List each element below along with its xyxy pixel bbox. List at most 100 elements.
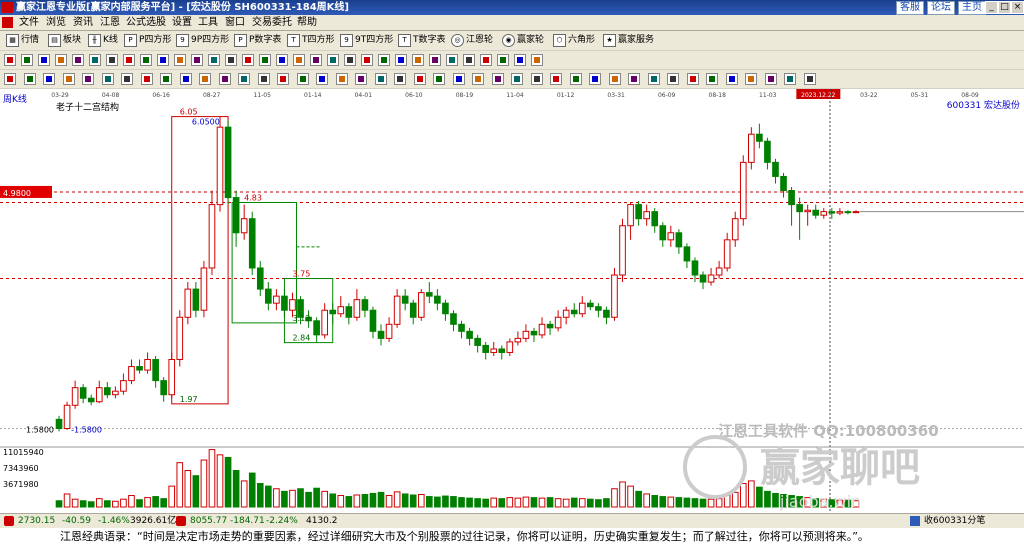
indicator-tool-icon[interactable]: [82, 73, 94, 85]
menu-app-icon[interactable]: [2, 17, 13, 28]
indicator-tool-icon[interactable]: [550, 73, 562, 85]
draw-tool-icon[interactable]: [344, 54, 356, 66]
indicator-tool-icon[interactable]: [667, 73, 679, 85]
indicator-tool-icon[interactable]: [238, 73, 250, 85]
draw-tool-icon[interactable]: [429, 54, 441, 66]
9p-square-button[interactable]: 9 9P四方形: [176, 33, 229, 48]
minimize-button[interactable]: _: [985, 1, 998, 14]
menu-help[interactable]: 帮助: [297, 15, 317, 30]
indicator-tool-icon[interactable]: [62, 73, 75, 85]
9t-square-button[interactable]: 9 9T四方形: [340, 33, 393, 48]
draw-tool-icon[interactable]: [259, 54, 271, 66]
t-table-button[interactable]: T T数字表: [398, 33, 446, 48]
close-button[interactable]: ×: [1011, 1, 1024, 14]
indicator-tool-icon[interactable]: [374, 73, 387, 85]
draw-tool-icon[interactable]: [225, 54, 237, 66]
indicator-tool-icon[interactable]: [43, 73, 55, 85]
p-square-button[interactable]: P P四方形: [124, 33, 171, 48]
indicator-tool-icon[interactable]: [335, 73, 348, 85]
menu-gann[interactable]: 江恩: [100, 15, 120, 30]
indicator-tool-icon[interactable]: [218, 73, 231, 85]
indicator-tool-icon[interactable]: [316, 73, 328, 85]
indicator-tool-icon[interactable]: [745, 73, 757, 85]
gann-wheel-button[interactable]: ◎ 江恩轮: [451, 33, 493, 48]
menu-window[interactable]: 窗口: [225, 15, 245, 30]
indicator-tool-icon[interactable]: [725, 73, 738, 85]
menu-tools[interactable]: 工具: [198, 15, 218, 30]
menu-settings[interactable]: 设置: [172, 15, 192, 30]
quote-button[interactable]: ▦ 行情: [6, 33, 39, 48]
draw-tool-icon[interactable]: [412, 54, 424, 66]
indicator-tool-icon[interactable]: [686, 73, 699, 85]
p-table-button[interactable]: P P数字表: [234, 33, 281, 48]
draw-tool-icon[interactable]: [361, 54, 373, 66]
indicator-tool-icon[interactable]: [394, 73, 406, 85]
menu-browse[interactable]: 浏览: [46, 15, 66, 30]
draw-tool-icon[interactable]: [72, 54, 84, 66]
maximize-button[interactable]: □: [998, 1, 1011, 14]
sector-button[interactable]: ▤ 板块: [48, 33, 81, 48]
draw-tool-icon[interactable]: [378, 54, 390, 66]
draw-tool-icon[interactable]: [293, 54, 305, 66]
indicator-tool-icon[interactable]: [491, 73, 504, 85]
draw-tool-icon[interactable]: [480, 54, 492, 66]
indicator-tool-icon[interactable]: [277, 73, 289, 85]
winner-wheel-button[interactable]: ◉ 赢家轮: [502, 33, 544, 48]
draw-tool-icon[interactable]: [276, 54, 288, 66]
indicator-tool-icon[interactable]: [160, 73, 172, 85]
kline-button[interactable]: ╫ K线: [88, 33, 118, 48]
indicator-tool-icon[interactable]: [413, 73, 426, 85]
draw-tool-icon[interactable]: [497, 54, 509, 66]
draw-tool-icon[interactable]: [514, 54, 526, 66]
menu-trade[interactable]: 交易委托: [252, 15, 292, 30]
indicator-tool-icon[interactable]: [628, 73, 640, 85]
draw-tool-icon[interactable]: [327, 54, 339, 66]
draw-tool-icon[interactable]: [38, 54, 50, 66]
indicator-tool-icon[interactable]: [530, 73, 543, 85]
forum-link[interactable]: 论坛: [927, 1, 955, 15]
draw-tool-icon[interactable]: [123, 54, 135, 66]
menu-file[interactable]: 文件: [19, 15, 39, 30]
indicator-tool-icon[interactable]: [257, 73, 270, 85]
kline-chart-panel[interactable]: 03-29 04-08 06-16 08-27 11-05 01-14 04-01 06-10…: [0, 89, 1024, 513]
indicator-tool-icon[interactable]: [355, 73, 367, 85]
menu-formula-select[interactable]: 公式选股: [126, 15, 166, 30]
indicator-tool-icon[interactable]: [121, 73, 133, 85]
draw-tool-icon[interactable]: [89, 54, 101, 66]
indicator-tool-icon[interactable]: [608, 73, 621, 85]
draw-tool-icon[interactable]: [55, 54, 67, 66]
indicator-tool-icon[interactable]: [101, 73, 114, 85]
customer-service-link[interactable]: 客服: [896, 1, 924, 15]
indicator-tool-icon[interactable]: [472, 73, 484, 85]
indicator-tool-icon[interactable]: [452, 73, 465, 85]
draw-tool-icon[interactable]: [463, 54, 475, 66]
kline-chart[interactable]: 03-29 04-08 06-16 08-27 11-05 01-14 04-01 06-10…: [0, 89, 1024, 513]
hexagon-button[interactable]: ⬡ 六角形: [553, 33, 595, 48]
indicator-tool-icon[interactable]: [23, 73, 36, 85]
indicator-tool-icon[interactable]: [764, 73, 777, 85]
draw-tool-icon[interactable]: [140, 54, 152, 66]
indicator-tool-icon[interactable]: [784, 73, 796, 85]
indicator-tool-icon[interactable]: [179, 73, 192, 85]
indicator-tool-icon[interactable]: [433, 73, 445, 85]
draw-tool-icon[interactable]: [395, 54, 407, 66]
indicator-tool-icon[interactable]: [4, 73, 16, 85]
draw-tool-icon[interactable]: [191, 54, 203, 66]
indicator-tool-icon[interactable]: [140, 73, 153, 85]
indicator-tool-icon[interactable]: [647, 73, 660, 85]
t-square-button[interactable]: T T四方形: [287, 33, 335, 48]
draw-tool-icon[interactable]: [310, 54, 322, 66]
indicator-tool-icon[interactable]: [706, 73, 718, 85]
indicator-tool-icon[interactable]: [589, 73, 601, 85]
indicator-tool-icon[interactable]: [296, 73, 309, 85]
draw-tool-icon[interactable]: [531, 54, 543, 66]
draw-tool-icon[interactable]: [446, 54, 458, 66]
indicator-tool-icon[interactable]: [803, 73, 816, 85]
draw-tool-icon[interactable]: [4, 54, 16, 66]
indicator-tool-icon[interactable]: [511, 73, 523, 85]
draw-tool-icon[interactable]: [21, 54, 33, 66]
service-button[interactable]: ★ 赢家服务: [603, 33, 654, 48]
homepage-link[interactable]: 主页: [958, 1, 986, 15]
indicator-tool-icon[interactable]: [569, 73, 582, 85]
draw-tool-icon[interactable]: [106, 54, 118, 66]
